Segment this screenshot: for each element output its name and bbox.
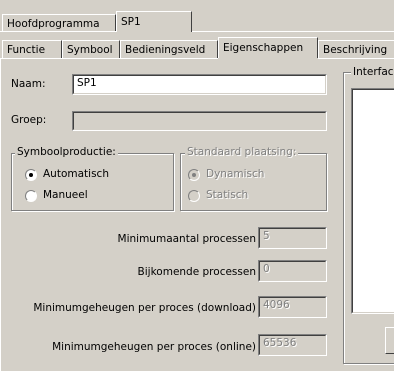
property-tab-baseline-right — [318, 58, 394, 59]
tab-beschrijving[interactable]: Beschrijving — [318, 40, 394, 58]
tab-bedieningsveld[interactable]: Bedieningsveld — [120, 40, 218, 58]
min-processes-value: 5 — [263, 230, 270, 242]
name-field[interactable]: SP1 — [72, 74, 327, 95]
min-memory-download-field: 4096 — [258, 296, 327, 318]
extra-processes-label: Bijkomende processen — [137, 266, 256, 278]
radio-dynamisch-label: Dynamisch — [206, 168, 265, 180]
radio-dynamisch — [188, 169, 200, 181]
tab-symbool[interactable]: Symbool — [62, 40, 120, 58]
radio-statisch-label: Statisch — [206, 189, 249, 201]
standard-placement-group — [180, 153, 327, 211]
name-field-value: SP1 — [77, 77, 97, 89]
radio-automatisch-label[interactable]: Automatisch — [43, 168, 109, 180]
symbol-production-group — [11, 153, 174, 211]
interface-button[interactable] — [385, 327, 394, 354]
interface-list[interactable] — [351, 88, 394, 314]
min-memory-online-value: 65536 — [263, 337, 297, 349]
property-tab-baseline — [0, 58, 218, 59]
group-label: Groep: — [11, 114, 47, 126]
radio-manueel-label[interactable]: Manueel — [43, 189, 88, 201]
name-label: Naam: — [11, 78, 46, 90]
radio-automatisch[interactable] — [25, 169, 37, 181]
group-field[interactable] — [72, 111, 327, 131]
window-tab-hoofdprogramma[interactable]: Hoofdprogramma — [2, 14, 116, 32]
min-memory-download-label: Minimumgeheugen per proces (download) — [33, 302, 256, 314]
tab-eigenschappen[interactable]: Eigenschappen — [218, 37, 318, 58]
radio-manueel[interactable] — [25, 190, 37, 202]
window-tab-sp1[interactable]: SP1 — [116, 11, 192, 32]
panel-left-edge — [0, 58, 1, 371]
extra-processes-value: 0 — [263, 263, 270, 275]
min-processes-field: 5 — [258, 227, 327, 249]
min-memory-online-label: Minimumgeheugen per proces (online) — [52, 341, 256, 353]
min-processes-label: Minimumaantal processen — [117, 233, 256, 245]
min-memory-download-value: 4096 — [263, 299, 290, 311]
tab-functie[interactable]: Functie — [2, 40, 62, 58]
standard-placement-title: Standaard plaatsing: — [185, 146, 299, 158]
window-tab-baseline — [0, 31, 394, 32]
symbol-production-title: Symboolproductie: — [15, 146, 118, 158]
radio-statisch — [188, 190, 200, 202]
extra-processes-field: 0 — [258, 260, 327, 282]
min-memory-online-field: 65536 — [258, 334, 327, 356]
interface-group-title: Interfac — [351, 66, 394, 78]
